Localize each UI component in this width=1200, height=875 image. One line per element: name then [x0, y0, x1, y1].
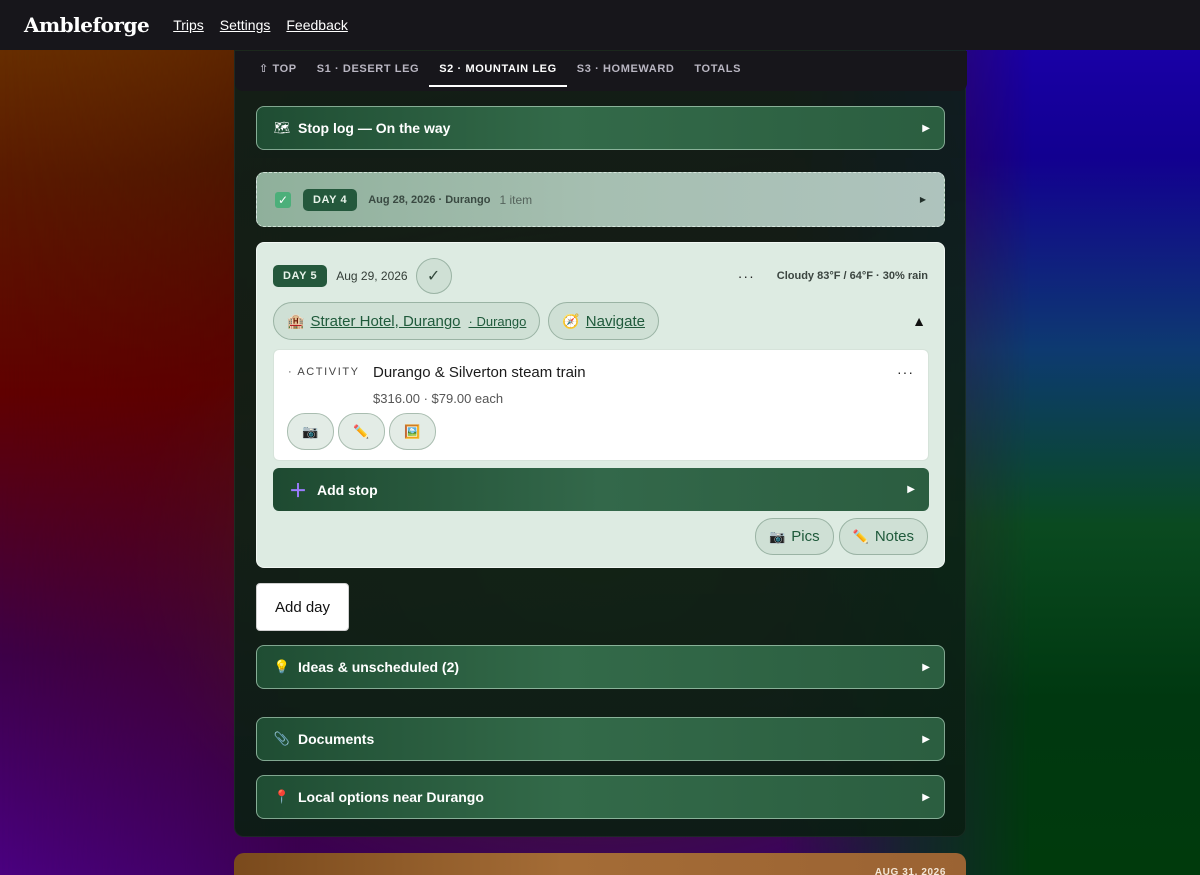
day-5-more-menu[interactable]: ···: [738, 268, 755, 284]
camera-icon[interactable]: 📷: [287, 413, 334, 450]
add-day-button[interactable]: Add day: [256, 583, 349, 631]
nav-link-settings[interactable]: Settings: [220, 17, 271, 33]
expand-arrow-icon: ▶: [922, 122, 930, 134]
expand-arrow-icon: ▶: [922, 733, 930, 745]
stop-log-label: Stop log — On the way: [298, 120, 451, 136]
activity-more-menu[interactable]: ···: [897, 364, 914, 380]
day-5-header: DAY 5 Aug 29, 2026 ✓ ··· Cloudy 83°F / 6…: [273, 258, 928, 294]
tab-homeward[interactable]: S3 · HOMEWARD: [567, 51, 685, 91]
next-section-panel: AUG 31, 2026: [234, 853, 966, 875]
paperclip-icon: 📎: [273, 731, 291, 746]
activity-card: · ACTIVITY Durango & Silverton steam tra…: [273, 349, 929, 461]
nav-link-trips[interactable]: Trips: [173, 17, 204, 33]
tab-top[interactable]: ⇧ TOP: [249, 51, 307, 91]
tab-totals[interactable]: TOTALS: [684, 51, 751, 91]
day-5-date: Aug 29, 2026: [336, 269, 408, 283]
activity-actions: 📷 ✏️ 🖼️: [287, 413, 440, 450]
brand-logo: Ambleforge: [24, 13, 150, 37]
image-icon[interactable]: 🖼️: [389, 413, 436, 450]
map-pin-icon: 📍: [273, 789, 291, 804]
local-options-toggle[interactable]: 📍 Local options near Durango ▶: [256, 775, 945, 819]
compass-icon: 🧭: [562, 312, 580, 329]
documents-toggle[interactable]: 📎 Documents ▶: [256, 717, 945, 761]
day-4-date: Aug 28, 2026 · Durango: [368, 193, 491, 206]
day-5-expanded: DAY 5 Aug 29, 2026 ✓ ··· Cloudy 83°F / 6…: [256, 242, 945, 568]
pencil-icon: ✏️: [852, 528, 869, 544]
day-4-checkbox[interactable]: ✓: [275, 191, 291, 208]
navigate-link[interactable]: Navigate: [586, 313, 645, 330]
ideas-label: Ideas & unscheduled (2): [298, 659, 460, 675]
expand-arrow-icon: ▶: [919, 195, 926, 204]
mark-day-done-button[interactable]: ✓: [415, 258, 452, 294]
expand-arrow-icon: ▶: [922, 661, 930, 673]
tab-mountain-leg[interactable]: S2 · MOUNTAIN LEG: [429, 51, 567, 91]
tab-desert-leg[interactable]: S1 · DESERT LEG: [307, 51, 430, 91]
map-flag-icon: 🗺: [273, 120, 291, 135]
day-4-collapsed[interactable]: ✓ DAY 4 Aug 28, 2026 · Durango 1 item ▶: [256, 172, 945, 227]
activity-kind-label: · ACTIVITY: [288, 366, 360, 378]
ideas-toggle[interactable]: 💡 Ideas & unscheduled (2) ▶: [256, 645, 945, 689]
notes-label: Notes: [874, 528, 914, 545]
pics-button[interactable]: 📷 Pics: [755, 518, 834, 555]
section-tabs: ⇧ TOP S1 · DESERT LEG S2 · MOUNTAIN LEG …: [235, 51, 967, 91]
add-stop-label: Add stop: [317, 481, 378, 498]
local-options-label: Local options near Durango: [298, 789, 484, 805]
day-4-badge: DAY 4: [303, 188, 358, 211]
camera-icon: 📷: [769, 528, 786, 544]
weather-forecast: Cloudy 83°F / 64°F · 30% rain: [776, 270, 928, 282]
expand-arrow-icon: ▶: [922, 791, 930, 803]
documents-label: Documents: [298, 731, 375, 747]
notes-button[interactable]: ✏️ Notes: [838, 518, 928, 555]
next-section-date: AUG 31, 2026: [874, 867, 946, 875]
day-media-actions: 📷 Pics ✏️ Notes: [750, 518, 928, 555]
top-nav-bar: Ambleforge Trips Settings Feedback: [0, 0, 1200, 50]
navigate-chip[interactable]: 🧭 Navigate: [548, 302, 659, 340]
activity-title: Durango & Silverton steam train: [373, 364, 586, 381]
stop-log-toggle[interactable]: 🗺 Stop log — On the way ▶: [256, 106, 945, 150]
hotel-name-link[interactable]: Strater Hotel, Durango: [310, 313, 460, 330]
pencil-icon[interactable]: ✏️: [338, 413, 385, 450]
hotel-chip[interactable]: 🏨 Strater Hotel, Durango · Durango: [273, 302, 541, 340]
hotel-icon: 🏨: [287, 312, 305, 329]
collapse-day-button[interactable]: ▲: [912, 313, 926, 329]
day-5-badge: DAY 5: [273, 265, 328, 287]
trip-section-panel: ⇧ TOP S1 · DESERT LEG S2 · MOUNTAIN LEG …: [234, 50, 967, 837]
plus-icon: ＋: [289, 480, 307, 501]
pics-label: Pics: [791, 528, 820, 545]
checkmark-icon: ✓: [426, 268, 441, 285]
add-stop-button[interactable]: ＋ Add stop ▶: [273, 468, 929, 511]
expand-arrow-icon: ▶: [907, 484, 915, 495]
nav-link-feedback[interactable]: Feedback: [286, 17, 347, 33]
activity-price: $316.00 · $79.00 each: [373, 391, 504, 406]
lodging-row: 🏨 Strater Hotel, Durango · Durango 🧭 Nav…: [273, 302, 928, 340]
lightbulb-icon: 💡: [273, 659, 291, 674]
hotel-location-link[interactable]: · Durango: [469, 314, 527, 329]
day-4-item-count: 1 item: [499, 192, 533, 207]
